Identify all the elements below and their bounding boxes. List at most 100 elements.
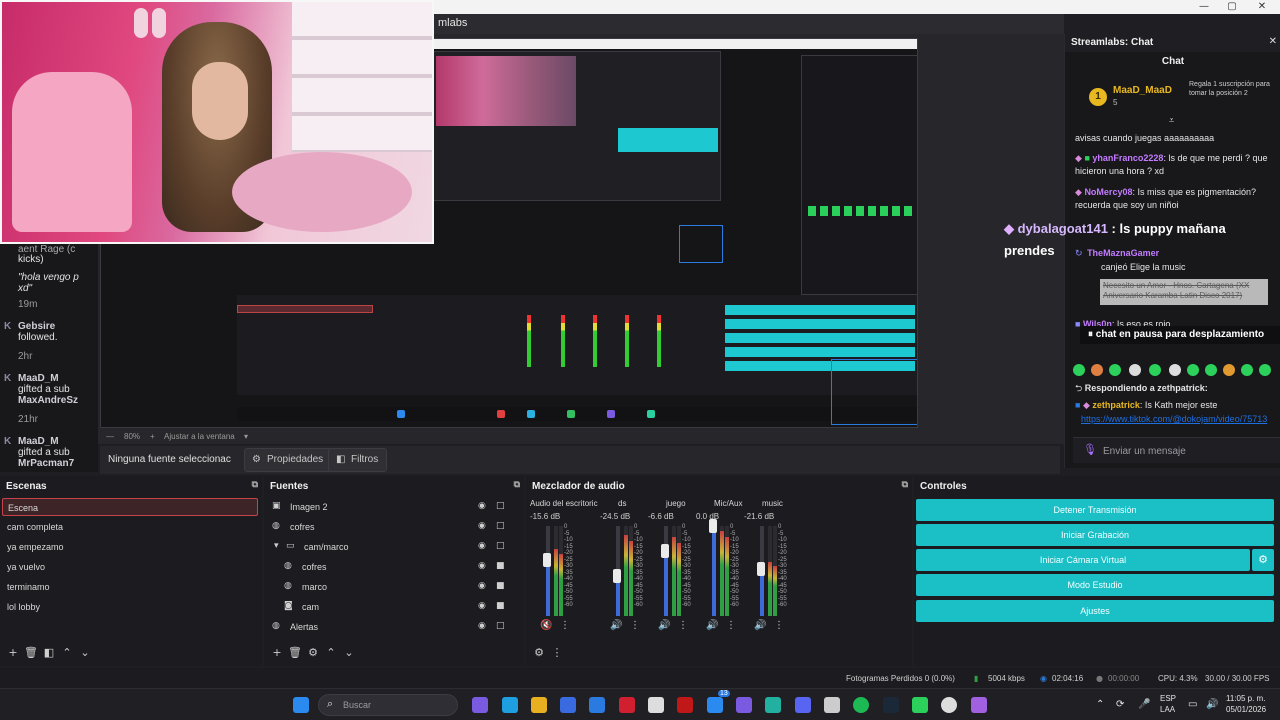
settings-button[interactable]: Ajustes bbox=[916, 600, 1274, 622]
eye-icon[interactable]: ◉ bbox=[478, 581, 486, 591]
scene-item[interactable]: ya vuelvo bbox=[2, 558, 258, 576]
source-item[interactable]: ◍ cofres ◉ ■ bbox=[268, 558, 516, 576]
emote-icon[interactable] bbox=[1241, 364, 1253, 376]
properties-button[interactable]: ⚙ Propiedades bbox=[244, 448, 333, 472]
lock-icon[interactable]: ■ bbox=[496, 581, 505, 591]
scene-item[interactable]: cam completa bbox=[2, 518, 258, 536]
spotify-icon[interactable] bbox=[853, 697, 869, 713]
emote-icon[interactable] bbox=[1223, 364, 1235, 376]
source-item[interactable]: ▣ Imagen 2 ◉ □ bbox=[268, 498, 516, 516]
collapse-icon[interactable]: ⩡ bbox=[1169, 116, 1174, 126]
lang-code[interactable]: ESP bbox=[1160, 694, 1176, 703]
source-item[interactable]: ◙ cam ◉ ■ bbox=[268, 598, 516, 616]
emote-icon[interactable] bbox=[1169, 364, 1181, 376]
app-icon[interactable] bbox=[707, 697, 723, 713]
microphone-icon[interactable]: 🎙 bbox=[1083, 443, 1097, 456]
sync-icon[interactable]: ⟳ bbox=[1116, 699, 1124, 710]
fader-knob[interactable] bbox=[613, 568, 621, 583]
chat-user[interactable]: TheMaznaGamer bbox=[1087, 248, 1159, 258]
emote-icon[interactable] bbox=[1073, 364, 1085, 376]
zoom-out-icon[interactable]: — bbox=[106, 432, 114, 441]
scene-item[interactable]: lol lobby bbox=[2, 598, 258, 616]
app-icon[interactable] bbox=[648, 697, 664, 713]
start-virtual-camera-button[interactable]: Iniciar Cámara Virtual bbox=[916, 549, 1250, 571]
add-icon[interactable]: + bbox=[268, 646, 286, 659]
obs-icon[interactable] bbox=[941, 697, 957, 713]
more-icon[interactable]: ⋮ bbox=[548, 646, 566, 659]
eye-icon[interactable]: ◉ bbox=[478, 541, 486, 551]
close-icon[interactable]: ✕ bbox=[1250, 0, 1274, 14]
stop-stream-button[interactable]: Detener Transmisión bbox=[916, 499, 1274, 521]
taskbar-search[interactable]: ⌕ Buscar bbox=[318, 694, 458, 716]
arrow-down-icon[interactable]: ⌄ bbox=[340, 646, 358, 659]
discord-icon[interactable] bbox=[795, 697, 811, 713]
emote-icon[interactable] bbox=[1259, 364, 1271, 376]
arrow-down-icon[interactable]: ⌄ bbox=[76, 646, 94, 659]
fit-window-dropdown[interactable]: Ajustar a la ventana bbox=[164, 432, 235, 441]
close-icon[interactable]: ✕ bbox=[1269, 36, 1277, 47]
start-recording-button[interactable]: Iniciar Grabación bbox=[916, 524, 1274, 546]
arrow-up-icon[interactable]: ⌃ bbox=[58, 646, 76, 659]
scene-item[interactable]: terminamo bbox=[2, 578, 258, 596]
undock-icon[interactable]: ⧉ bbox=[252, 480, 258, 490]
app-icon[interactable] bbox=[765, 697, 781, 713]
settings-icon[interactable] bbox=[824, 697, 840, 713]
unlock-icon[interactable]: □ bbox=[496, 521, 505, 531]
volume-fader[interactable] bbox=[712, 526, 716, 616]
chat-input[interactable]: 🎙 Enviar un mensaje bbox=[1073, 437, 1280, 463]
lang-layout[interactable]: LAA bbox=[1160, 705, 1175, 714]
steam-icon[interactable] bbox=[883, 697, 899, 713]
virtual-camera-settings-icon[interactable]: ⚙ bbox=[1252, 549, 1274, 571]
opera-icon[interactable] bbox=[619, 697, 635, 713]
chat-user[interactable]: yhanFranco2228 bbox=[1092, 153, 1163, 163]
volume-fader[interactable] bbox=[546, 526, 550, 616]
arrow-up-icon[interactable]: ⌃ bbox=[322, 646, 340, 659]
lock-icon[interactable]: ■ bbox=[496, 601, 505, 611]
fader-knob[interactable] bbox=[543, 553, 551, 568]
speaker-icon[interactable]: 🔊 bbox=[706, 620, 718, 631]
channel-menu-icon[interactable]: ⋮ bbox=[560, 620, 570, 631]
chat-user[interactable]: NoMercy08 bbox=[1084, 187, 1132, 197]
eye-icon[interactable]: ◉ bbox=[478, 521, 486, 531]
maximize-icon[interactable]: ▢ bbox=[1220, 0, 1244, 14]
lock-icon[interactable]: ■ bbox=[496, 561, 505, 571]
edge-icon[interactable] bbox=[502, 697, 518, 713]
source-item[interactable]: ◍ Alertas ◉ □ bbox=[268, 618, 516, 636]
filters-button[interactable]: ◧ Filtros bbox=[328, 448, 388, 472]
speaker-icon[interactable]: 🔊 bbox=[754, 620, 766, 631]
app-icon[interactable] bbox=[736, 697, 752, 713]
clock-time[interactable]: 11:05 p. m. bbox=[1226, 694, 1265, 703]
mail-icon[interactable] bbox=[589, 697, 605, 713]
studio-mode-button[interactable]: Modo Estudio bbox=[916, 574, 1274, 596]
store-icon[interactable] bbox=[560, 697, 576, 713]
fader-knob[interactable] bbox=[709, 519, 717, 533]
channel-menu-icon[interactable]: ⋮ bbox=[630, 620, 640, 631]
chat-paused-banner[interactable]: ⏸ chat en pausa para desplazamiento bbox=[1080, 326, 1280, 344]
unlock-icon[interactable]: □ bbox=[496, 621, 505, 631]
emote-icon[interactable] bbox=[1091, 364, 1103, 376]
scene-item[interactable]: Escena bbox=[2, 498, 258, 516]
emote-icon[interactable] bbox=[1129, 364, 1141, 376]
channel-menu-icon[interactable]: ⋮ bbox=[774, 620, 784, 631]
gear-icon[interactable]: ⚙ bbox=[304, 646, 322, 659]
chat-link-text[interactable]: https://www.tiktok.com/@dokojam/video/75… bbox=[1081, 414, 1267, 424]
add-icon[interactable]: + bbox=[4, 646, 22, 659]
chat-user[interactable]: zethpatrick bbox=[1092, 400, 1140, 410]
speaker-icon[interactable]: 🔊 bbox=[658, 620, 670, 631]
chevron-up-icon[interactable]: ⌃ bbox=[1096, 699, 1104, 710]
source-item[interactable]: ▾ ▭ cam/marco ◉ □ bbox=[268, 538, 516, 556]
chevron-down-icon[interactable]: ▾ bbox=[274, 541, 286, 551]
microphone-icon[interactable]: 🎤 bbox=[1138, 699, 1150, 710]
scene-item[interactable]: ya empezamo bbox=[2, 538, 258, 556]
emote-icon[interactable] bbox=[1149, 364, 1161, 376]
filter-icon[interactable]: ◧ bbox=[40, 646, 58, 659]
eye-icon[interactable]: ◉ bbox=[478, 501, 486, 511]
chevron-down-icon[interactable]: ▾ bbox=[244, 432, 248, 441]
emote-icon[interactable] bbox=[1109, 364, 1121, 376]
unlock-icon[interactable]: □ bbox=[496, 541, 505, 551]
emote-icon[interactable] bbox=[1187, 364, 1199, 376]
source-item[interactable]: ◍ marco ◉ ■ bbox=[268, 578, 516, 596]
app-icon[interactable] bbox=[971, 697, 987, 713]
network-icon[interactable]: ▭ bbox=[1188, 699, 1197, 710]
emote-icon[interactable] bbox=[1205, 364, 1217, 376]
